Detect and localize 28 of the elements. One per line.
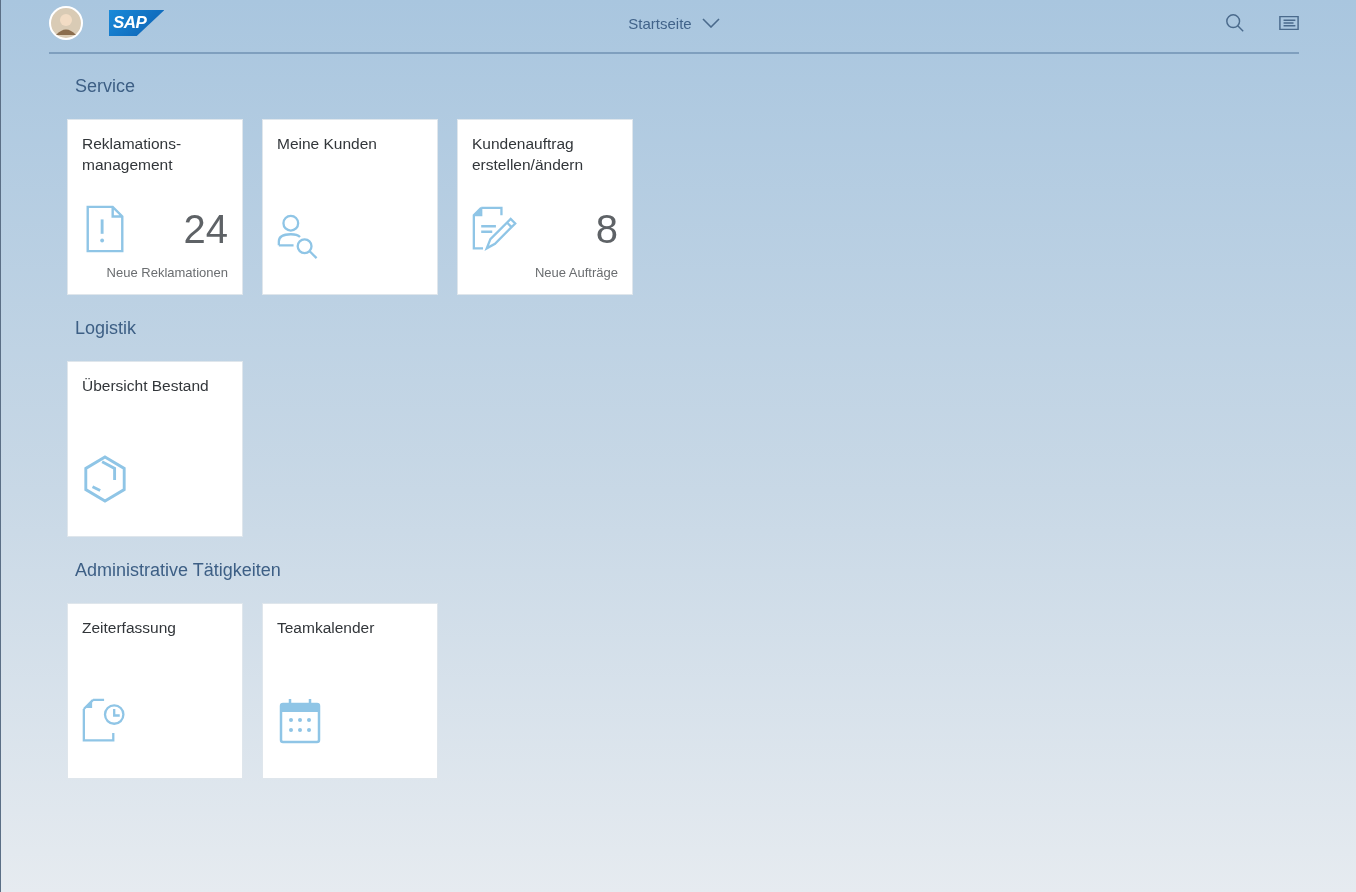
search-icon[interactable] — [1225, 13, 1245, 33]
chevron-down-icon — [701, 18, 720, 28]
app-tile[interactable]: Teamkalender — [262, 603, 438, 779]
notifications-icon[interactable] — [1279, 13, 1299, 33]
calendar-icon — [277, 696, 323, 745]
group-title: Administrative Tätigkeiten — [75, 560, 282, 581]
home-menu-button[interactable]: Startseite — [624, 10, 724, 36]
tile-title: Reklamations- management — [82, 134, 183, 175]
kpi-number: 24 — [183, 206, 228, 252]
tile-footer: Neue Aufträge — [472, 265, 618, 280]
tile-title: Teamkalender — [277, 618, 376, 638]
tile-title: Zeiterfassung — [82, 618, 177, 638]
tile-title: Kundenauftrag erstellen/ändern — [472, 134, 585, 175]
hexagon-icon — [82, 454, 128, 503]
tile-title: Übersicht Bestand — [82, 376, 210, 396]
group-title: Logistik — [75, 318, 138, 339]
app-tile[interactable]: Meine Kunden — [262, 119, 438, 295]
tile-footer: Neue Reklamationen — [82, 265, 228, 280]
app-tile[interactable]: Übersicht Bestand — [67, 361, 243, 537]
app-tile[interactable]: Kundenauftrag erstellen/ändern 8 Neue Aufträge — [457, 119, 633, 295]
tile-title: Meine Kunden — [277, 134, 378, 154]
kpi-number: 8 — [595, 206, 618, 252]
app-tile[interactable]: Zeiterfassung — [67, 603, 243, 779]
avatar-icon[interactable] — [49, 6, 83, 40]
group-title: Service — [75, 76, 137, 97]
sap-logo[interactable]: SAP — [109, 10, 165, 36]
document-pencil-icon — [472, 205, 518, 253]
app-tile[interactable]: Reklamations- management 24 Neue Reklamationen — [67, 119, 243, 295]
